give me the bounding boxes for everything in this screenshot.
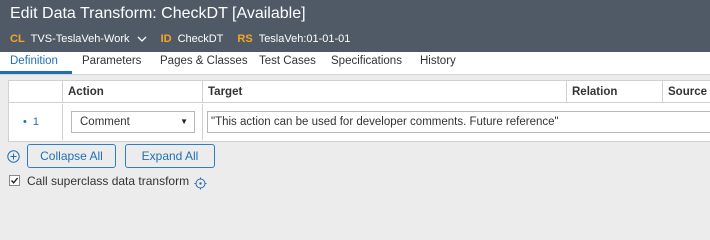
tab-parameters[interactable]: Parameters [82, 55, 141, 67]
rule-header: Edit Data Transform: CheckDT [Available]… [0, 0, 710, 52]
tab-bar: Definition Parameters Pages & Classes Te… [0, 52, 710, 75]
action-select[interactable]: Comment ▼ [71, 111, 195, 133]
caret-down-icon: ▼ [180, 117, 188, 126]
id-key: ID [160, 33, 172, 45]
rule-meta-row: CL TVS-TeslaVeh-Work ID CheckDT RS Tesla… [10, 33, 364, 45]
row-number-label: 1 [32, 116, 39, 128]
collapse-all-button[interactable]: Collapse All [27, 144, 116, 168]
expand-all-button[interactable]: Expand All [125, 144, 215, 168]
chevron-down-icon [137, 36, 147, 43]
call-superclass-checkbox[interactable] [9, 175, 20, 186]
target-crosshair-icon[interactable] [194, 177, 207, 190]
tab-specifications[interactable]: Specifications [331, 55, 402, 67]
page-title: Edit Data Transform: CheckDT [Available] [10, 5, 306, 22]
column-header-target: Target [203, 81, 567, 103]
tab-definition[interactable]: Definition [10, 55, 58, 67]
target-input[interactable]: "This action can be used for developer c… [207, 111, 710, 133]
action-cell: Comment ▼ [63, 104, 203, 140]
row-number-header [9, 81, 63, 103]
tab-history[interactable]: History [420, 55, 456, 67]
column-header-action: Action [63, 81, 203, 103]
bullet-icon: • [23, 116, 27, 128]
table-row: • 1 [9, 104, 63, 140]
ruleset-key: RS [237, 33, 253, 45]
target-cell: "This action can be used for developer c… [203, 104, 710, 140]
action-select-value: Comment [80, 116, 130, 128]
checkmark-icon [10, 177, 19, 184]
class-key: CL [10, 33, 25, 45]
ruleset-value: TeslaVeh:01-01-01 [258, 33, 351, 45]
row-number[interactable]: • 1 [23, 116, 39, 128]
class-value-dropdown[interactable]: TVS-TeslaVeh-Work [31, 33, 147, 45]
add-row-icon[interactable] [7, 150, 20, 163]
definition-panel: Action Target Relation Source • 1 Comment… [0, 75, 710, 210]
class-value: TVS-TeslaVeh-Work [30, 33, 130, 45]
column-header-relation: Relation [567, 81, 663, 103]
active-tab-indicator [0, 71, 72, 74]
call-superclass-label: Call superclass data transform [27, 174, 190, 188]
id-value: CheckDT [177, 33, 224, 45]
tab-pages-classes[interactable]: Pages & Classes [160, 55, 248, 67]
column-header-source: Source [663, 81, 710, 103]
steps-table: Action Target Relation Source • 1 Comment… [8, 80, 710, 142]
tab-test-cases[interactable]: Test Cases [259, 55, 316, 67]
